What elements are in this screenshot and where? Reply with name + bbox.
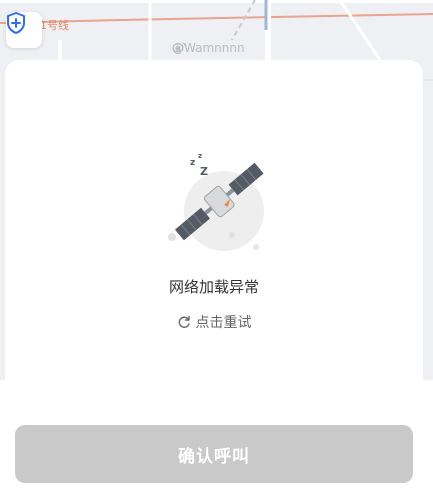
retry-button[interactable]: 点击重试 <box>5 312 423 332</box>
shield-plus-icon <box>7 12 25 34</box>
svg-text:z: z <box>198 152 202 160</box>
svg-text:z: z <box>190 158 195 168</box>
error-message: 网络加载异常 <box>168 278 259 296</box>
confirm-call-button[interactable]: 确认呼叫 <box>15 425 413 483</box>
safety-button[interactable] <box>6 12 42 48</box>
weibo-icon <box>172 42 186 53</box>
sleeping-satellite-icon: z z Z <box>168 152 264 251</box>
refresh-icon <box>178 315 190 328</box>
error-card: z z Z 网络加载异常 点击重试 <box>5 60 423 390</box>
map-line-label: 1号线 <box>40 19 69 32</box>
svg-text:Z: Z <box>200 165 208 178</box>
watermark: @Wamnnnn <box>172 41 245 55</box>
retry-label: 点击重试 <box>195 315 252 331</box>
